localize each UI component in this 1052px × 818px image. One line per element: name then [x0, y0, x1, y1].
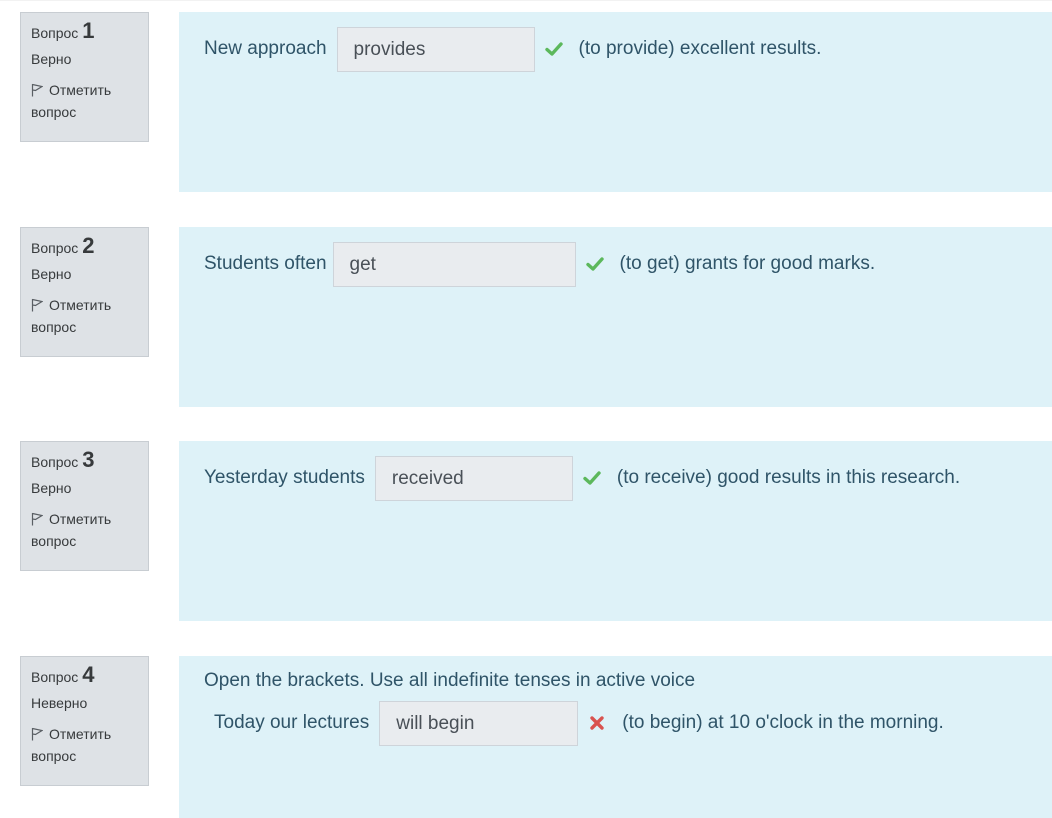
question-state: Верно [31, 51, 72, 67]
question-number: 3 [82, 447, 95, 472]
flag-icon [31, 298, 43, 312]
question-instruction: Open the brackets. Use all indefinite te… [204, 670, 696, 691]
question-info-2: Вопрос 2 Верно Отметить вопрос [20, 227, 149, 357]
cross-icon [590, 716, 604, 730]
sentence-after: (to provide) excellent results. [578, 38, 822, 59]
question-content-2: Students often get (to get) grants for g… [179, 227, 1052, 407]
question-label: Вопрос [31, 454, 79, 470]
question-content-4: Open the brackets. Use all indefinite te… [179, 656, 1052, 818]
sentence-after: (to receive) good results in this resear… [616, 467, 961, 488]
sentence-before: Today our lectures [214, 712, 370, 733]
sentence-before: Students often [204, 253, 327, 274]
sentence-after: (to begin) at 10 o'clock in the morning. [622, 712, 944, 733]
question-label: Вопрос [31, 240, 79, 256]
check-icon [544, 42, 563, 56]
top-divider [0, 0, 1052, 1]
sentence-before: Yesterday students [204, 467, 365, 488]
question-info-1: Вопрос 1 Верно Отметить вопрос [20, 12, 149, 142]
question-label: Вопрос [31, 25, 79, 41]
question-number: 2 [82, 233, 95, 258]
question-label: Вопрос [31, 669, 79, 685]
question-number: 4 [82, 662, 95, 687]
flag-question-button[interactable]: Отметить вопрос [31, 294, 138, 338]
flag-label: Отметить вопрос [31, 82, 112, 120]
flag-label: Отметить вопрос [31, 726, 112, 764]
question-info-3: Вопрос 3 Верно Отметить вопрос [20, 441, 149, 571]
flag-question-button[interactable]: Отметить вопрос [31, 508, 138, 552]
answer-input[interactable]: provides [336, 26, 535, 72]
answer-input[interactable]: will begin [379, 700, 579, 746]
flag-question-button[interactable]: Отметить вопрос [31, 723, 138, 767]
question-number: 1 [82, 18, 95, 43]
flag-label: Отметить вопрос [31, 511, 112, 549]
flag-icon [31, 83, 43, 97]
answer-input[interactable]: get [332, 241, 576, 287]
sentence-after: (to get) grants for good marks. [619, 253, 876, 274]
question-info-4: Вопрос 4 Неверно Отметить вопрос [20, 656, 149, 786]
check-icon [585, 257, 604, 271]
answer-input[interactable]: received [374, 455, 573, 501]
flag-label: Отметить вопрос [31, 297, 112, 335]
flag-icon [31, 512, 43, 526]
flag-icon [31, 727, 43, 741]
question-content-3: Yesterday students received (to receive)… [179, 441, 1052, 621]
question-content-1: New approach provides (to provide) excel… [179, 12, 1052, 192]
check-icon [583, 471, 601, 485]
question-state: Верно [31, 480, 72, 496]
flag-question-button[interactable]: Отметить вопрос [31, 79, 138, 123]
sentence-before: New approach [204, 38, 327, 59]
question-state: Верно [31, 266, 72, 282]
question-state: Неверно [31, 695, 88, 711]
